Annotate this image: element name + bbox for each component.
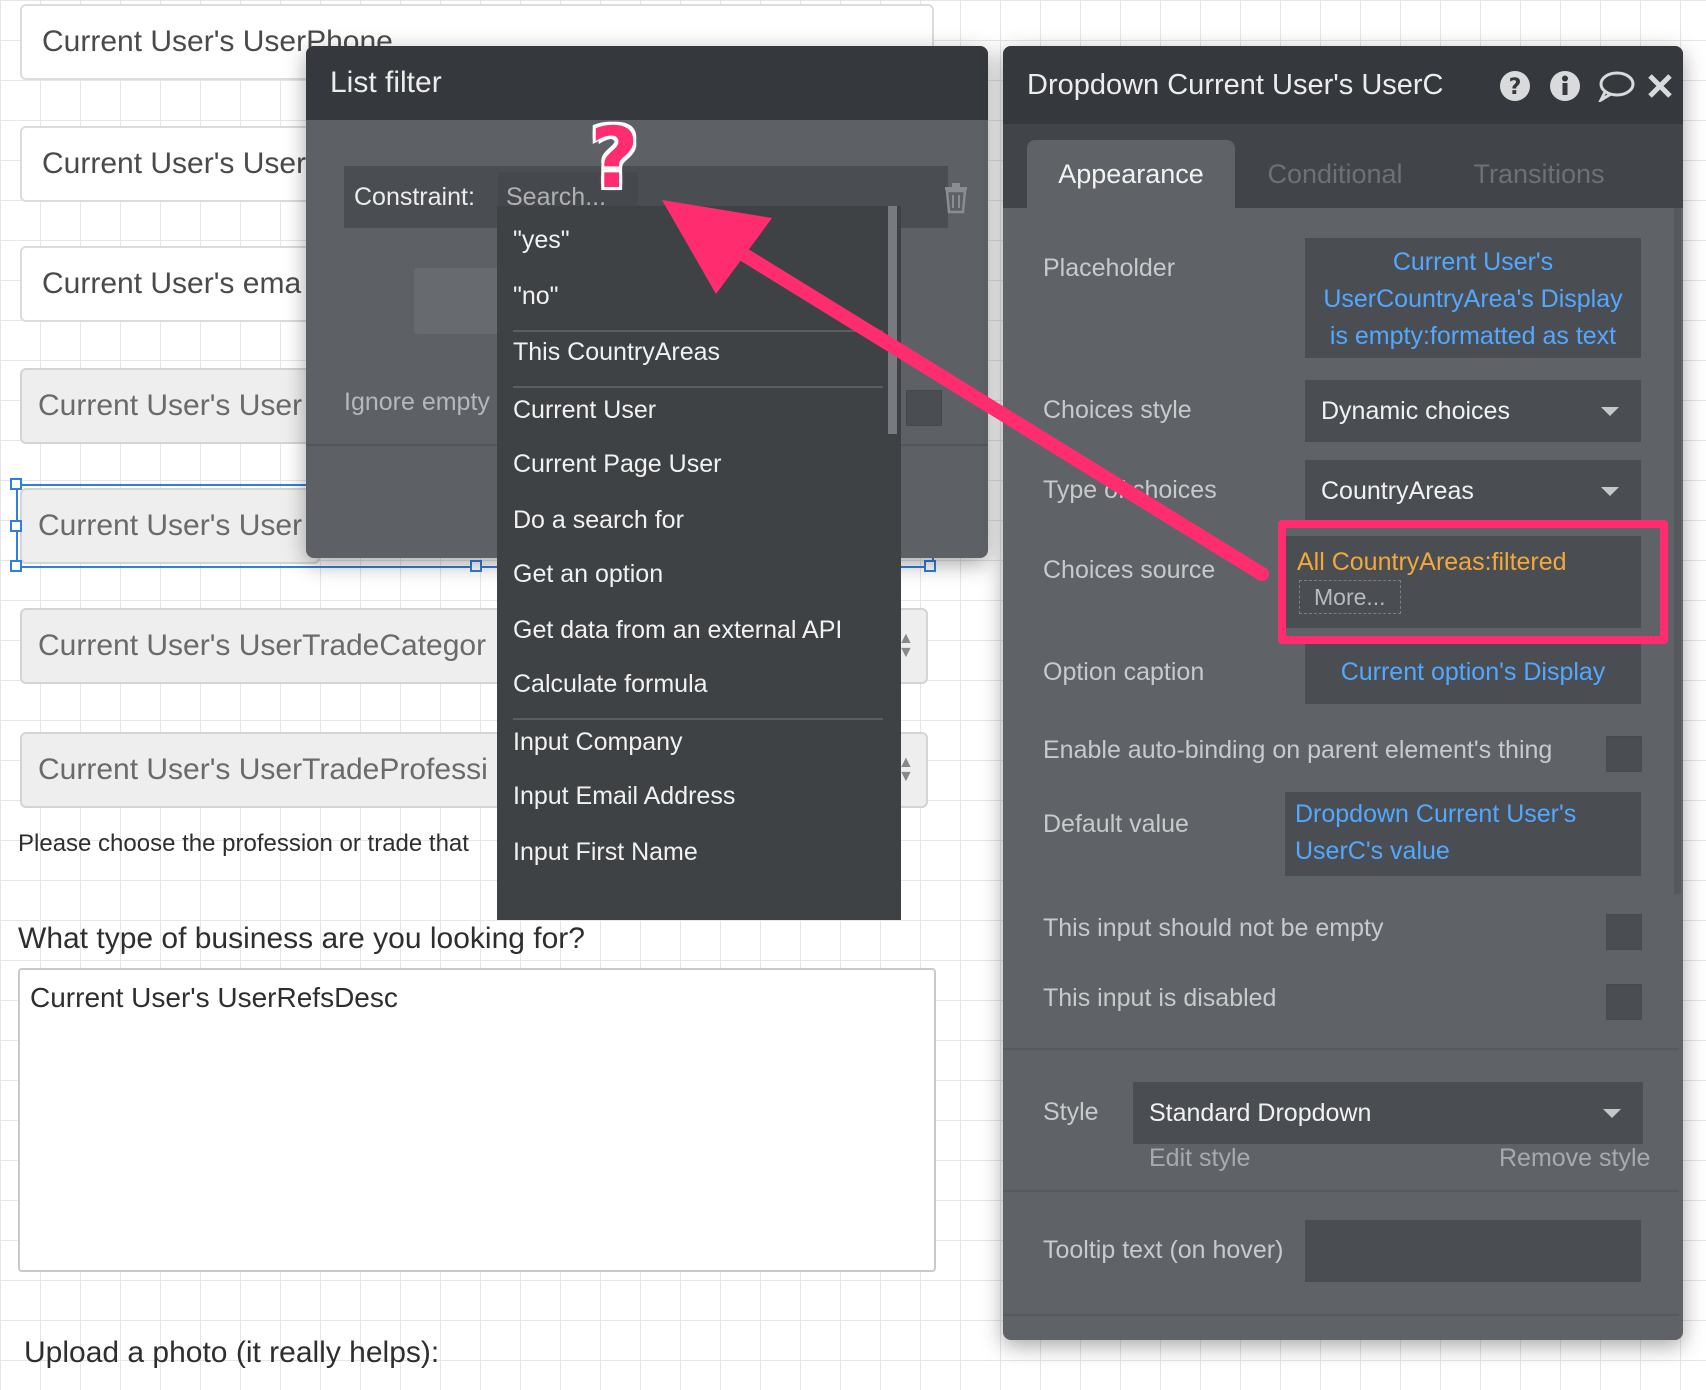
question-mark-annotation: ? — [590, 109, 639, 207]
annotation-arrow-icon — [662, 200, 1269, 581]
